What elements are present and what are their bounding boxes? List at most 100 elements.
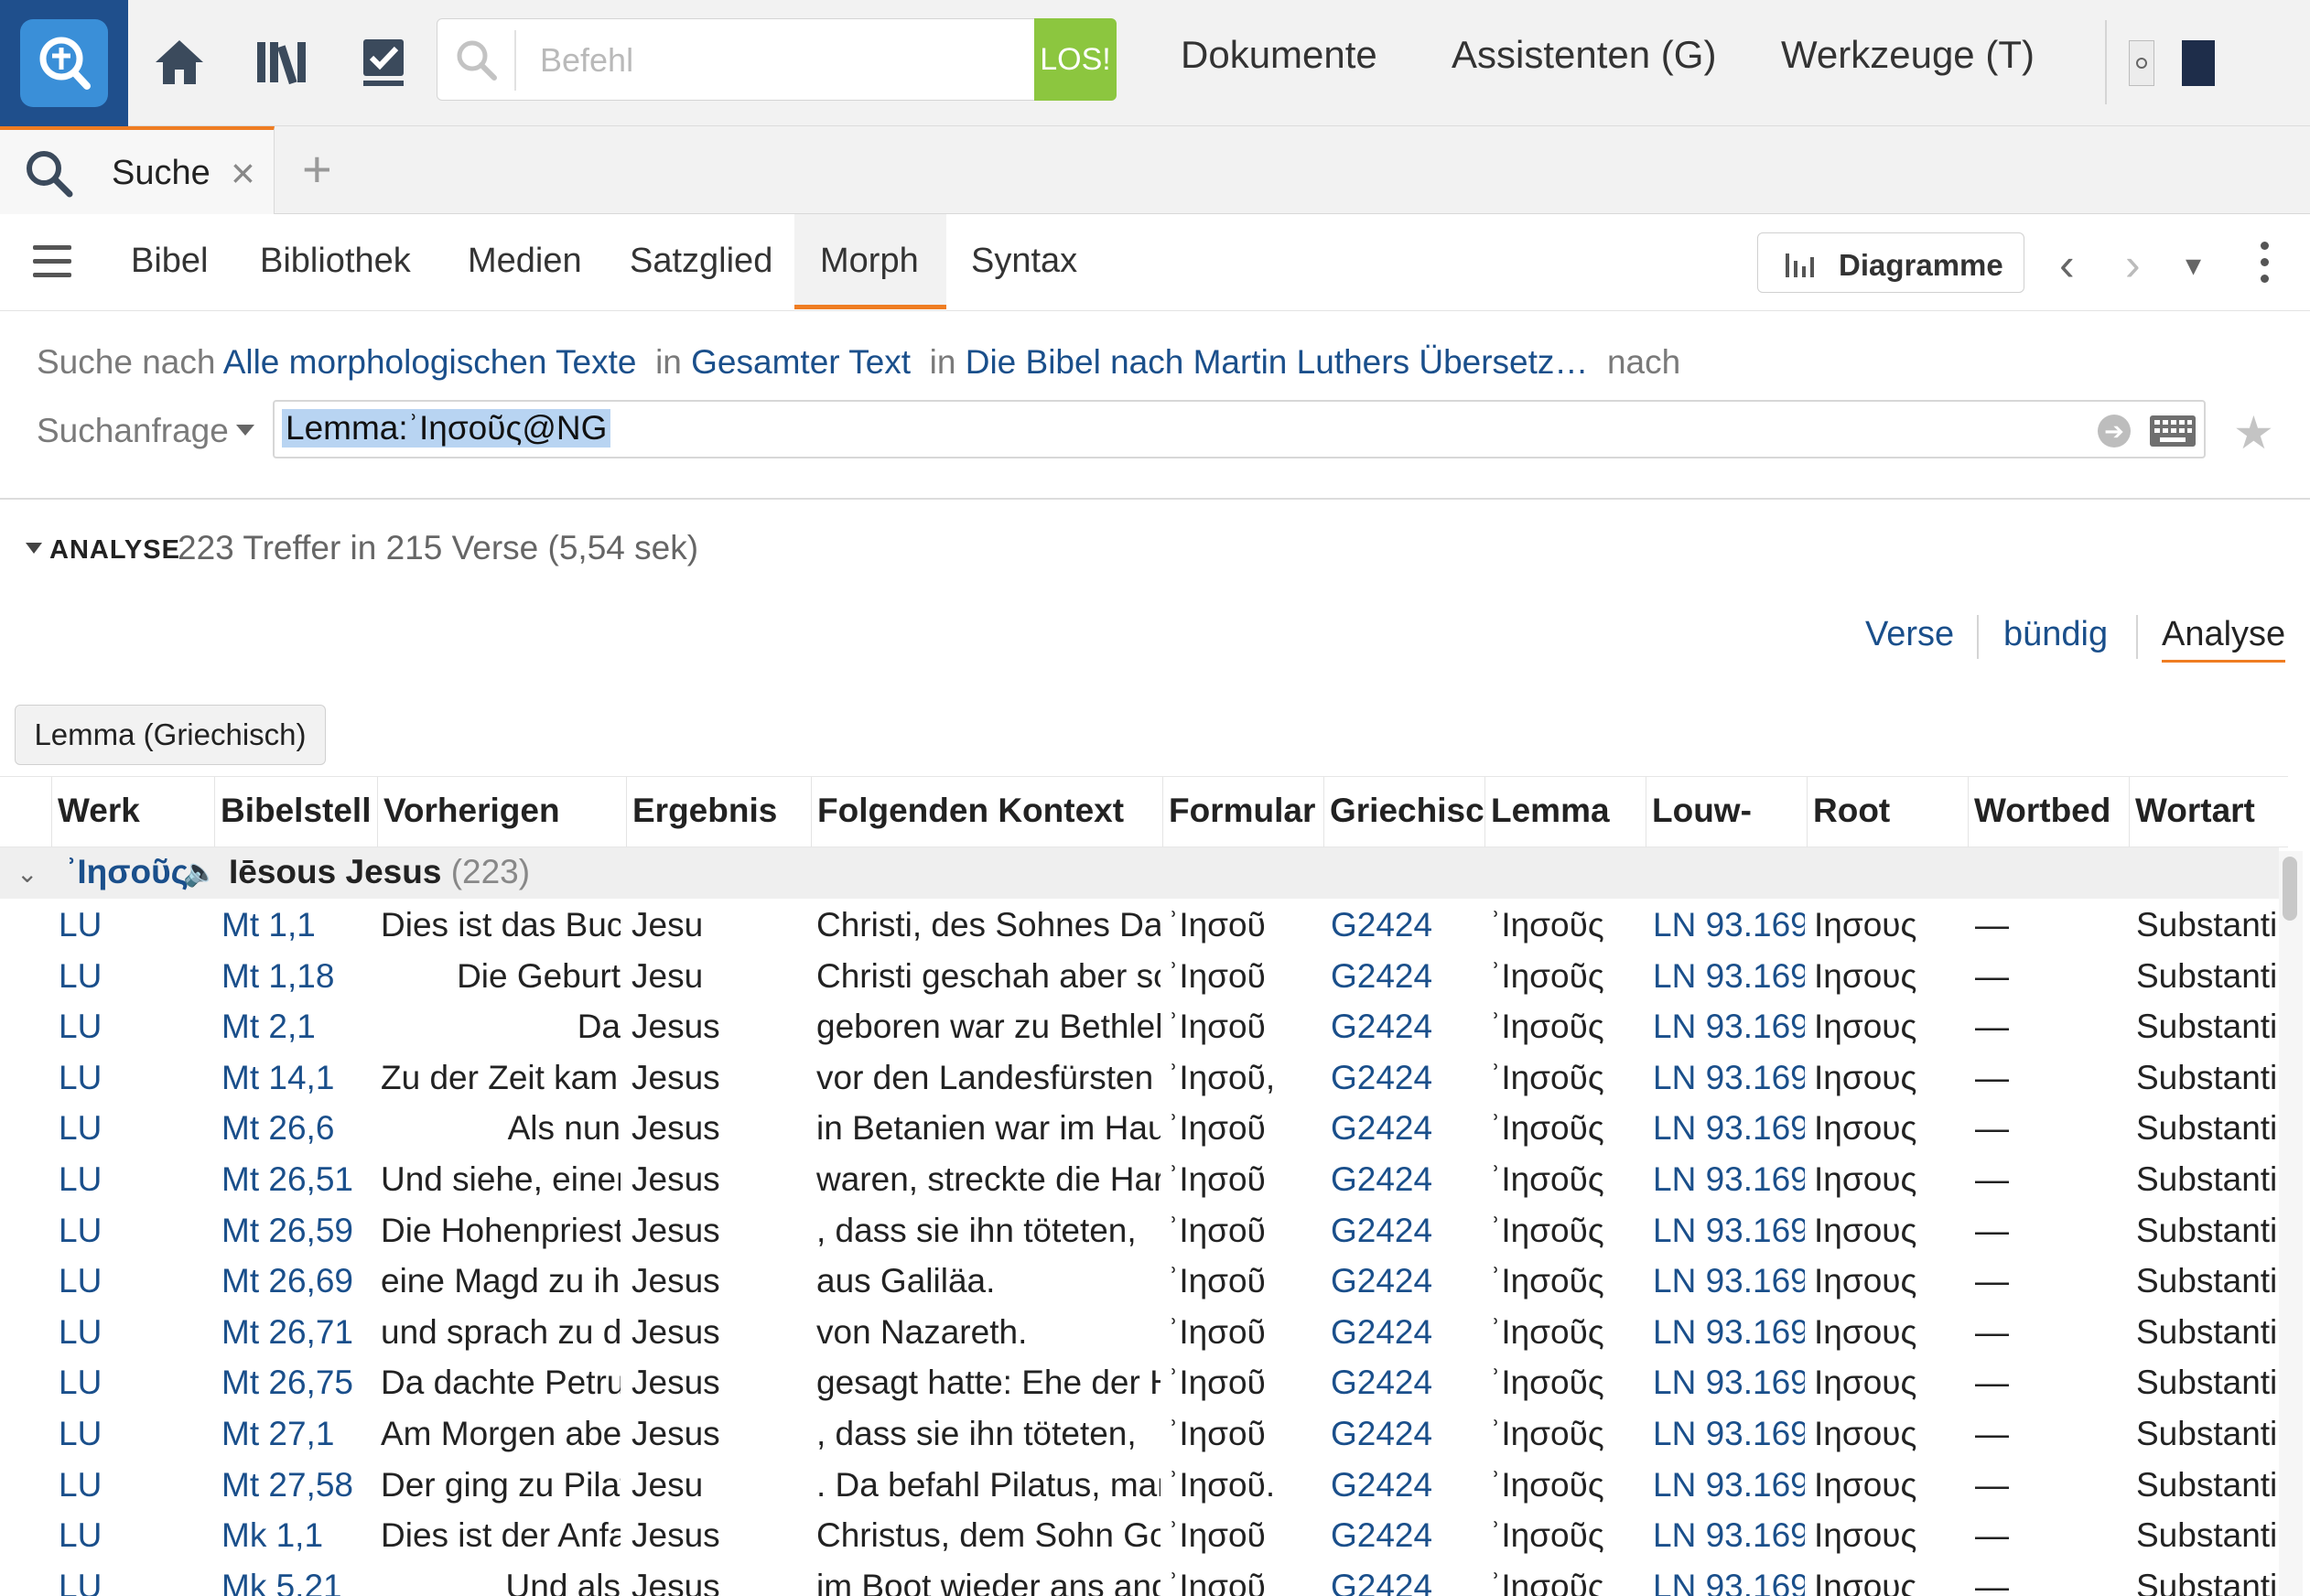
table-row[interactable]: LU Mt 26,51 Und siehe, einer Jesus waren, st…: [0, 1153, 2279, 1204]
cell-griechisch[interactable]: G2424: [1331, 1008, 1483, 1046]
group-lemma[interactable]: ʾΙησοῦς: [66, 853, 189, 891]
cell-louw-nida[interactable]: LN 93.169: [1653, 1466, 1805, 1504]
cell-louw-nida[interactable]: LN 93.169: [1653, 1415, 1805, 1453]
collapse-caret-icon[interactable]: [26, 543, 42, 554]
go-button[interactable]: LOS!: [1034, 18, 1117, 101]
cell-louw-nida[interactable]: LN 93.169: [1653, 1516, 1805, 1555]
group-row[interactable]: ⌄ ʾΙησοῦς 🔈 Iēsous Jesus (223): [0, 847, 2279, 899]
analysis-title[interactable]: ANALYSE: [49, 535, 180, 566]
tab-morph[interactable]: Morph: [820, 242, 919, 281]
cell-louw-nida[interactable]: LN 93.169: [1653, 1008, 1805, 1046]
table-row[interactable]: LU Mt 26,6 Als nun Jesus in Betanien war im …: [0, 1102, 2279, 1153]
more-options-icon[interactable]: [2261, 242, 2272, 286]
tab-bibel[interactable]: Bibel: [131, 242, 209, 281]
chevron-down-icon[interactable]: [236, 425, 254, 436]
table-row[interactable]: LU Mt 1,1 Dies ist das Buch Jesu Christi, de…: [0, 899, 2279, 950]
table-row[interactable]: LU Mt 1,18 Die Geburt Jesu Christi geschah a…: [0, 950, 2279, 1001]
query-type-dropdown[interactable]: Suchanfrage: [37, 412, 229, 450]
cell-werk[interactable]: LU: [59, 1364, 214, 1402]
cell-bibelstelle[interactable]: Mt 26,71: [221, 1313, 373, 1352]
cell-griechisch[interactable]: G2424: [1331, 1160, 1483, 1199]
col-ergebnis[interactable]: Ergebnis: [626, 777, 811, 848]
cell-werk[interactable]: LU: [59, 1313, 214, 1352]
cell-bibelstelle[interactable]: Mt 27,1: [221, 1415, 373, 1453]
cell-louw-nida[interactable]: LN 93.169: [1653, 1059, 1805, 1097]
chevron-down-icon[interactable]: ⌄: [16, 858, 38, 889]
table-row[interactable]: LU Mt 27,58 Der ging zu Pilat Jesu . Da befa…: [0, 1459, 2279, 1510]
cell-griechisch[interactable]: G2424: [1331, 1262, 1483, 1300]
back-arrow-icon[interactable]: ‹: [2059, 238, 2075, 291]
cell-werk[interactable]: LU: [59, 1160, 214, 1199]
history-dropdown-icon[interactable]: ▾: [2186, 247, 2201, 284]
cell-griechisch[interactable]: G2424: [1331, 1415, 1483, 1453]
cell-louw-nida[interactable]: LN 93.169: [1653, 1568, 1805, 1596]
close-icon[interactable]: ×: [231, 148, 255, 198]
cell-bibelstelle[interactable]: Mt 26,6: [221, 1109, 373, 1148]
col-werk[interactable]: Werk: [51, 777, 214, 848]
range-link[interactable]: Gesamter Text: [691, 343, 911, 381]
cell-louw-nida[interactable]: LN 93.169: [1653, 1212, 1805, 1250]
scope-link[interactable]: Alle morphologischen Texte: [223, 343, 637, 381]
tab-suche[interactable]: Suche ×: [0, 126, 275, 214]
col-griechisch[interactable]: Griechisc: [1323, 777, 1484, 848]
bible-link[interactable]: Die Bibel nach Martin Luthers Übersetz…: [966, 343, 1589, 381]
cell-werk[interactable]: LU: [59, 1109, 214, 1148]
cell-griechisch[interactable]: G2424: [1331, 1313, 1483, 1352]
col-root[interactable]: Root: [1807, 777, 1968, 848]
col-lemma[interactable]: Lemma: [1484, 777, 1646, 848]
view-analyse[interactable]: Analyse: [2162, 615, 2286, 663]
col-folgenden-kontext[interactable]: Folgenden Kontext: [811, 777, 1162, 848]
favorite-star-icon[interactable]: ★: [2233, 406, 2274, 459]
cell-werk[interactable]: LU: [59, 957, 214, 996]
hamburger-menu-icon[interactable]: [33, 245, 71, 278]
col-vorherigen[interactable]: Vorherigen: [377, 777, 626, 848]
table-row[interactable]: LU Mk 5,21 Und als Jesus im Boot wieder ans …: [0, 1560, 2279, 1596]
cell-louw-nida[interactable]: LN 93.169: [1653, 957, 1805, 996]
table-row[interactable]: LU Mt 14,1 Zu der Zeit kam Jesus vor den Lan…: [0, 1051, 2279, 1103]
cell-griechisch[interactable]: G2424: [1331, 906, 1483, 944]
cell-bibelstelle[interactable]: Mt 2,1: [221, 1008, 373, 1046]
tab-syntax[interactable]: Syntax: [971, 242, 1077, 281]
view-verse[interactable]: Verse: [1865, 615, 1954, 654]
cell-bibelstelle[interactable]: Mk 1,1: [221, 1516, 373, 1555]
cell-louw-nida[interactable]: LN 93.169: [1653, 1160, 1805, 1199]
table-row[interactable]: LU Mt 26,59 Die Hohenpriest Jesus , dass sie…: [0, 1204, 2279, 1256]
group-by-button[interactable]: Lemma (Griechisch): [15, 705, 326, 765]
cell-werk[interactable]: LU: [59, 1415, 214, 1453]
menu-dokumente[interactable]: Dokumente: [1181, 33, 1377, 77]
cell-louw-nida[interactable]: LN 93.169: [1653, 1313, 1805, 1352]
cell-werk[interactable]: LU: [59, 1059, 214, 1097]
cell-werk[interactable]: LU: [59, 1568, 214, 1596]
cell-griechisch[interactable]: G2424: [1331, 1059, 1483, 1097]
tab-bibliothek[interactable]: Bibliothek: [260, 242, 411, 281]
cell-louw-nida[interactable]: LN 93.169: [1653, 1364, 1805, 1402]
checklist-icon[interactable]: [353, 31, 416, 93]
cell-werk[interactable]: LU: [59, 1466, 214, 1504]
cell-werk[interactable]: LU: [59, 1008, 214, 1046]
library-icon[interactable]: [252, 31, 314, 93]
cell-bibelstelle[interactable]: Mt 26,59: [221, 1212, 373, 1250]
table-row[interactable]: LU Mk 1,1 Dies ist der Anfa Jesus Christus, …: [0, 1509, 2279, 1560]
table-row[interactable]: LU Mt 26,71 und sprach zu de Jesus von Nazar…: [0, 1306, 2279, 1357]
cell-griechisch[interactable]: G2424: [1331, 957, 1483, 996]
layout-thumbnail-icon[interactable]: [2129, 40, 2154, 86]
table-row[interactable]: LU Mt 26,75 Da dachte Petru Jesus gesagt hat…: [0, 1356, 2279, 1407]
cell-werk[interactable]: LU: [59, 906, 214, 944]
tab-satzglied[interactable]: Satzglied: [630, 242, 772, 281]
table-row[interactable]: LU Mt 2,1 Da Jesus geboren war zu Bethlel ʾΙη…: [0, 1000, 2279, 1051]
vertical-scrollbar[interactable]: [2279, 851, 2303, 1596]
book-thumbnail-icon[interactable]: [2182, 40, 2215, 86]
col-louw-nida[interactable]: Louw-: [1646, 777, 1807, 848]
col-wortart[interactable]: Wortart: [2129, 777, 2279, 848]
cell-louw-nida[interactable]: LN 93.169: [1653, 1262, 1805, 1300]
cell-bibelstelle[interactable]: Mt 27,58: [221, 1466, 373, 1504]
forward-arrow-icon[interactable]: ›: [2125, 238, 2141, 291]
cell-griechisch[interactable]: G2424: [1331, 1364, 1483, 1402]
cell-bibelstelle[interactable]: Mt 1,18: [221, 957, 373, 996]
cell-griechisch[interactable]: G2424: [1331, 1568, 1483, 1596]
cell-werk[interactable]: LU: [59, 1212, 214, 1250]
cell-griechisch[interactable]: G2424: [1331, 1109, 1483, 1148]
table-row[interactable]: LU Mt 27,1 Am Morgen aber Jesus , dass sie i…: [0, 1407, 2279, 1459]
cell-griechisch[interactable]: G2424: [1331, 1212, 1483, 1250]
query-field[interactable]: Lemma:ʾΙησοῦς@NG ➔: [273, 400, 2206, 458]
